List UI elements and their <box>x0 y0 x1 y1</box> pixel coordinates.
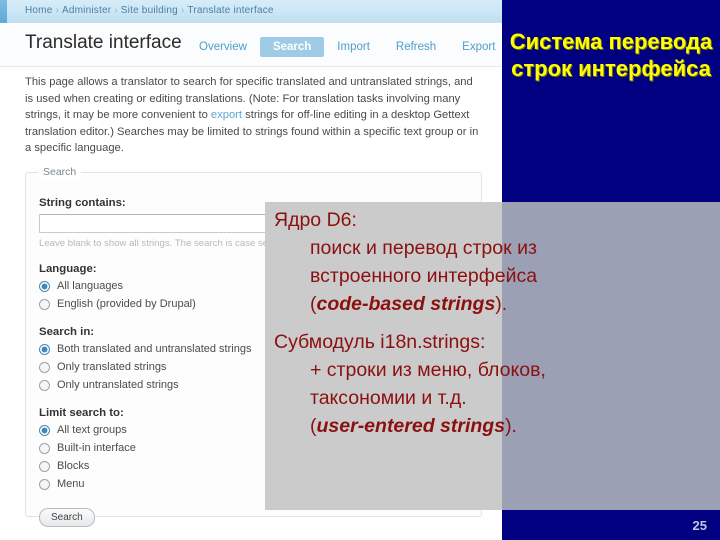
block-emphasis-line: (user-entered strings). <box>310 412 694 440</box>
paren-close: ). <box>495 293 508 315</box>
radio-label: Only translated strings <box>57 361 167 373</box>
breadcrumb-accent-strip <box>0 0 7 23</box>
paren-close: ). <box>505 415 517 437</box>
slide-footer-bar <box>502 510 720 540</box>
search-submit-button[interactable]: Search <box>39 508 95 527</box>
radio-label: All languages <box>57 280 124 292</box>
export-link[interactable]: export <box>211 109 242 121</box>
breadcrumb-item-translate-interface[interactable]: Translate interface <box>187 5 273 16</box>
emphasis-text: user-entered strings <box>316 415 506 437</box>
breadcrumb-separator-icon: › <box>55 5 60 16</box>
page-header: Translate interface Overview Search Impo… <box>0 24 502 67</box>
tab-search[interactable]: Search <box>259 37 325 57</box>
radio-label: Only untranslated strings <box>57 379 179 391</box>
tab-bar: Overview Search Import Refresh Export <box>186 37 502 57</box>
tab-import[interactable]: Import <box>324 37 383 57</box>
radio-icon <box>39 442 50 454</box>
breadcrumb: Home › Administer › Site building › Translate … <box>25 5 274 16</box>
block-emphasis-line: (code-based strings). <box>310 290 694 318</box>
radio-icon <box>39 361 50 373</box>
breadcrumb-item-administer[interactable]: Administer <box>62 5 111 16</box>
radio-icon <box>39 343 50 355</box>
block-line: таксономии и т.д. <box>310 387 467 409</box>
slide-block-core-d6: Ядро D6: поиск и перевод строк из встрое… <box>274 206 694 318</box>
fieldset-legend: Search <box>38 166 82 178</box>
tab-overview[interactable]: Overview <box>186 37 260 57</box>
slide-block-i18n-strings: Субмодуль i18n.strings: + строки из меню… <box>274 328 694 440</box>
page-title: Translate interface <box>25 32 182 53</box>
radio-icon <box>39 424 50 436</box>
radio-label: English (provided by Drupal) <box>57 298 196 310</box>
radio-icon <box>39 298 50 310</box>
tab-refresh[interactable]: Refresh <box>383 37 449 57</box>
breadcrumb-bar: Home › Administer › Site building › Translate … <box>0 0 502 24</box>
slide-body-text: Ядро D6: поиск и перевод строк из встрое… <box>274 206 694 450</box>
breadcrumb-item-site-building[interactable]: Site building <box>121 5 178 16</box>
breadcrumb-separator-icon: › <box>180 5 185 16</box>
radio-icon <box>39 379 50 391</box>
block-line: поиск и перевод строк из <box>310 237 537 259</box>
block-line: + строки из меню, блоков, <box>310 359 546 381</box>
radio-icon <box>39 478 50 490</box>
radio-label: Blocks <box>57 460 90 472</box>
breadcrumb-item-home[interactable]: Home <box>25 5 52 16</box>
radio-label: Built-in interface <box>57 442 136 454</box>
page-description: This page allows a translator to search … <box>25 74 480 157</box>
radio-icon <box>39 280 50 292</box>
tab-export[interactable]: Export <box>449 37 502 57</box>
breadcrumb-separator-icon: › <box>114 5 118 16</box>
radio-label: Both translated and untranslated strings <box>57 343 252 355</box>
emphasis-text: code-based strings <box>316 293 496 315</box>
radio-icon <box>39 460 50 472</box>
block-line: встроенного интерфейса <box>310 265 538 287</box>
radio-label: Menu <box>57 478 85 490</box>
block-heading: Ядро D6: <box>274 209 357 231</box>
radio-label: All text groups <box>57 424 127 436</box>
slide-title: Система перевода строк интерфейса <box>509 29 713 81</box>
page-number: 25 <box>692 518 707 533</box>
block-heading: Субмодуль i18n.strings: <box>274 331 486 353</box>
